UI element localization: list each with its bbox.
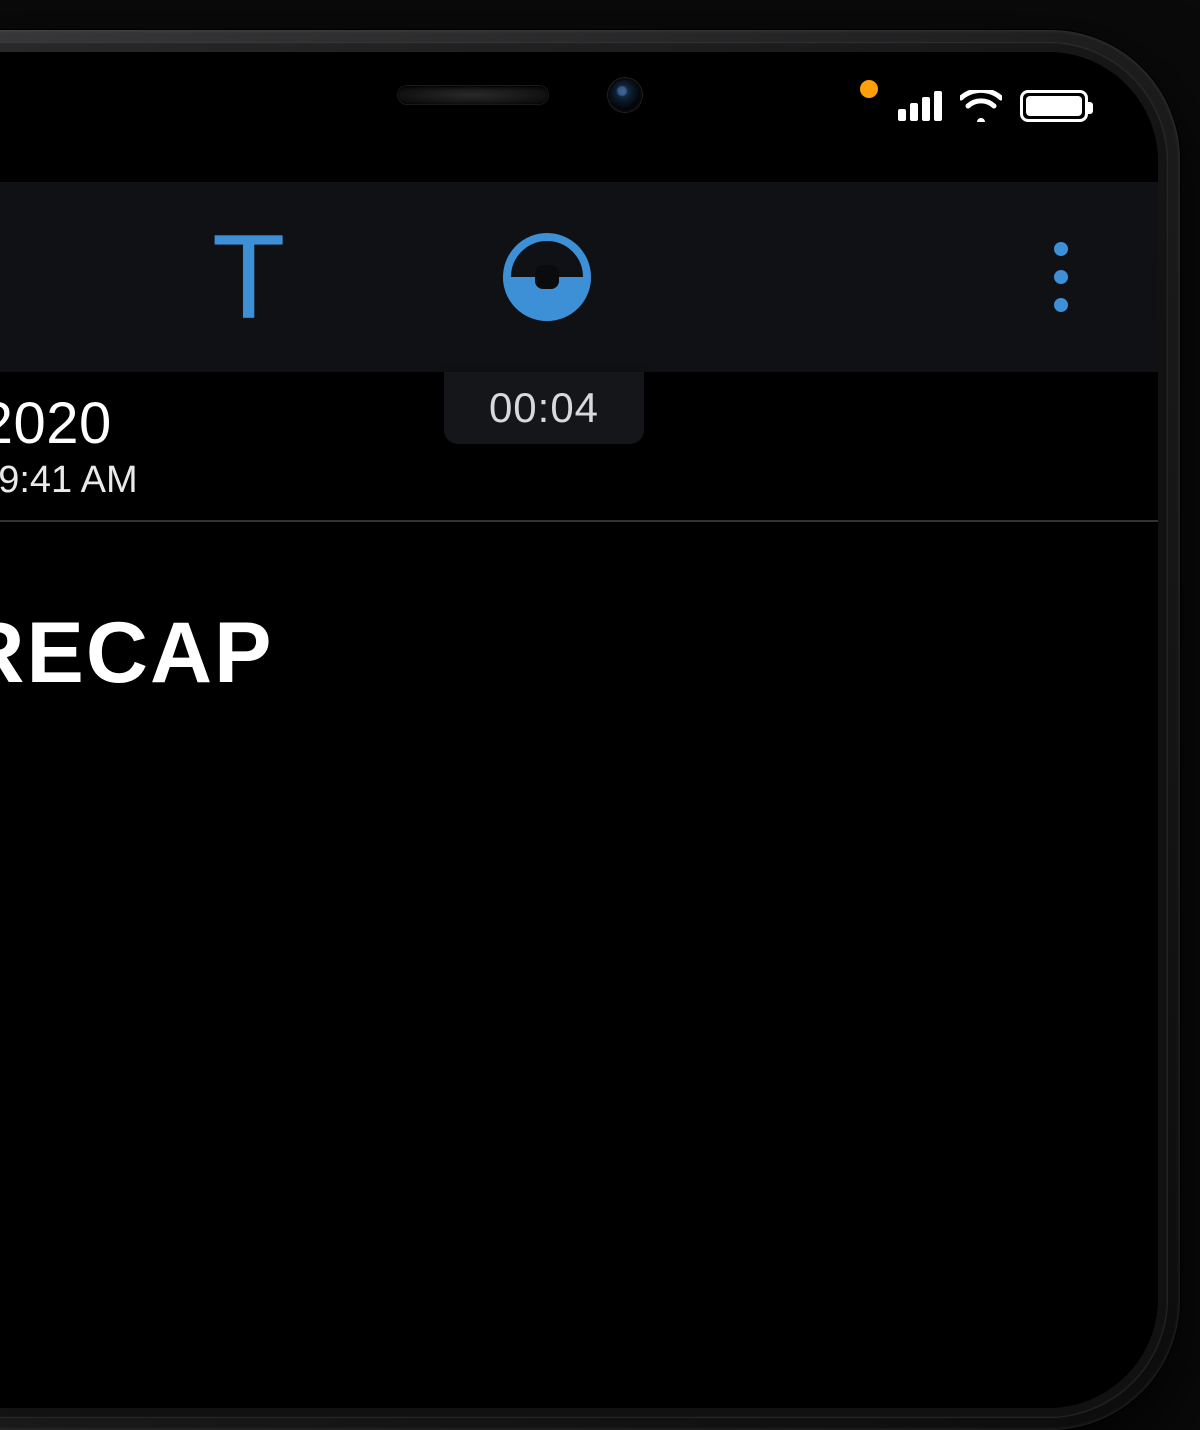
screen: T <box>0 52 1158 1408</box>
note-heading: T RECAP <box>0 604 273 703</box>
record-icon <box>502 232 592 322</box>
app-content: T <box>0 52 1158 1408</box>
microphone-indicator-dot <box>860 80 878 98</box>
recording-timer-value: 00:04 <box>489 384 599 432</box>
more-vertical-icon <box>1054 242 1068 312</box>
phone-frame-inner: T <box>0 42 1168 1418</box>
more-button[interactable] <box>1054 242 1068 312</box>
front-camera <box>608 78 642 112</box>
text-tool-button[interactable]: T <box>212 208 283 346</box>
recording-timer: 00:04 <box>444 372 644 444</box>
notch <box>280 52 760 137</box>
text-tool-icon: T <box>212 208 283 346</box>
status-bar-right <box>898 90 1088 122</box>
battery-icon <box>1020 90 1088 122</box>
note-date-primary: 22, 2020 <box>0 390 138 457</box>
phone-frame: T <box>0 30 1180 1430</box>
note-date-secondary: at 09:39:41 AM <box>0 459 138 502</box>
speaker-grille <box>398 86 548 104</box>
cellular-signal-icon <box>898 91 942 121</box>
record-button[interactable] <box>502 232 592 322</box>
note-date-block: 22, 2020 at 09:39:41 AM <box>0 390 138 502</box>
toolbar: T <box>0 182 1158 372</box>
wifi-icon <box>960 90 1002 122</box>
divider <box>0 520 1158 522</box>
